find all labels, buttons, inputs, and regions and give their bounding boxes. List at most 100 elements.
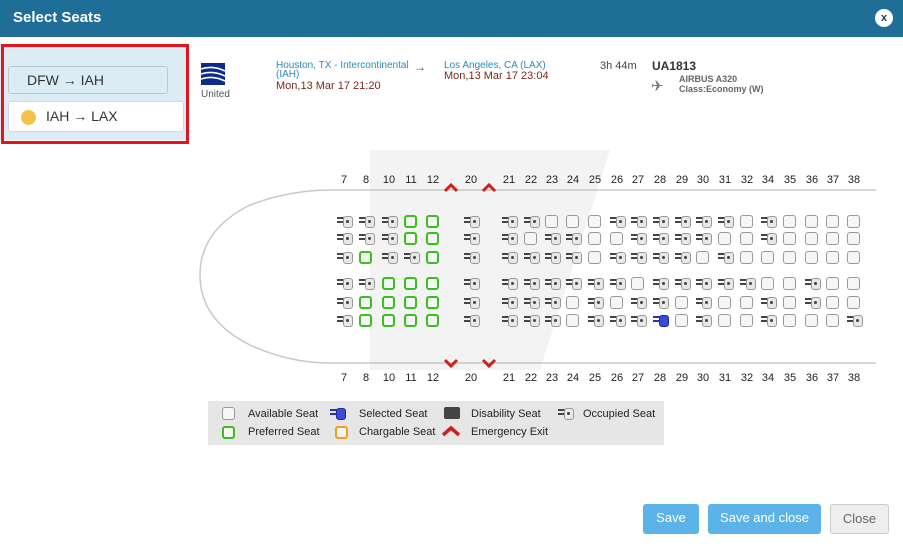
seat-21-3 bbox=[502, 251, 518, 264]
seat-26-2[interactable] bbox=[610, 232, 623, 245]
close-button[interactable]: Close bbox=[830, 504, 889, 534]
row-number-36: 36 bbox=[805, 372, 819, 384]
seat-22-2[interactable] bbox=[524, 232, 537, 245]
legend-chargable: Chargable Seat bbox=[359, 426, 436, 438]
seat-28-5 bbox=[653, 296, 669, 309]
seat-32-3[interactable] bbox=[740, 251, 753, 264]
seat-25-2[interactable] bbox=[588, 232, 601, 245]
seat-37-1[interactable] bbox=[826, 215, 839, 228]
seat-11-2[interactable] bbox=[404, 232, 417, 245]
seat-10-6[interactable] bbox=[382, 314, 395, 327]
row-number-31: 31 bbox=[718, 372, 732, 384]
disability-seat-icon bbox=[444, 407, 460, 419]
seat-36-6[interactable] bbox=[805, 314, 818, 327]
seat-7-1 bbox=[337, 215, 353, 228]
seat-38-4[interactable] bbox=[847, 277, 860, 290]
seat-29-2 bbox=[675, 232, 691, 245]
row-number-12: 12 bbox=[426, 372, 440, 384]
seat-12-1[interactable] bbox=[426, 215, 439, 228]
row-number-30: 30 bbox=[696, 372, 710, 384]
seat-22-6 bbox=[524, 314, 540, 327]
seat-32-6[interactable] bbox=[740, 314, 753, 327]
seat-29-5[interactable] bbox=[675, 296, 688, 309]
seat-11-5[interactable] bbox=[404, 296, 417, 309]
united-logo-icon bbox=[201, 63, 225, 85]
seat-30-3[interactable] bbox=[696, 251, 709, 264]
seat-11-4[interactable] bbox=[404, 277, 417, 290]
seat-31-5[interactable] bbox=[718, 296, 731, 309]
seat-27-4[interactable] bbox=[631, 277, 644, 290]
seat-37-3[interactable] bbox=[826, 251, 839, 264]
seat-12-4[interactable] bbox=[426, 277, 439, 290]
seat-11-1[interactable] bbox=[404, 215, 417, 228]
origin-code: (IAH) bbox=[276, 69, 300, 80]
seat-35-2[interactable] bbox=[783, 232, 796, 245]
seat-35-4[interactable] bbox=[783, 277, 796, 290]
seat-38-5[interactable] bbox=[847, 296, 860, 309]
seat-34-3[interactable] bbox=[761, 251, 774, 264]
seat-32-5[interactable] bbox=[740, 296, 753, 309]
seat-23-4 bbox=[545, 277, 561, 290]
seat-38-3[interactable] bbox=[847, 251, 860, 264]
seat-38-2[interactable] bbox=[847, 232, 860, 245]
seat-21-2 bbox=[502, 232, 518, 245]
seat-28-6[interactable] bbox=[653, 314, 669, 327]
seat-32-2[interactable] bbox=[740, 232, 753, 245]
seat-29-6[interactable] bbox=[675, 314, 688, 327]
seat-12-6[interactable] bbox=[426, 314, 439, 327]
seat-11-6[interactable] bbox=[404, 314, 417, 327]
route-arrow: → bbox=[414, 60, 426, 74]
seat-36-1[interactable] bbox=[805, 215, 818, 228]
seat-29-1 bbox=[675, 215, 691, 228]
seat-22-3 bbox=[524, 251, 540, 264]
seat-35-6[interactable] bbox=[783, 314, 796, 327]
row-number-27: 27 bbox=[631, 372, 645, 384]
seat-36-2[interactable] bbox=[805, 232, 818, 245]
seat-36-3[interactable] bbox=[805, 251, 818, 264]
seat-26-1 bbox=[610, 215, 626, 228]
seat-23-1[interactable] bbox=[545, 215, 558, 228]
seat-10-5[interactable] bbox=[382, 296, 395, 309]
seat-12-5[interactable] bbox=[426, 296, 439, 309]
seat-35-3[interactable] bbox=[783, 251, 796, 264]
seat-12-3[interactable] bbox=[426, 251, 439, 264]
aircraft-type: AIRBUS A320 bbox=[679, 74, 738, 84]
seat-26-5[interactable] bbox=[610, 296, 623, 309]
seat-10-4[interactable] bbox=[382, 277, 395, 290]
row-number-28: 28 bbox=[653, 372, 667, 384]
legend-occupied: Occupied Seat bbox=[583, 408, 656, 420]
seat-31-2[interactable] bbox=[718, 232, 731, 245]
seat-34-4[interactable] bbox=[761, 277, 774, 290]
seat-30-2 bbox=[696, 232, 712, 245]
seat-31-6[interactable] bbox=[718, 314, 731, 327]
row-number-34: 34 bbox=[761, 174, 775, 186]
save-and-close-button[interactable]: Save and close bbox=[708, 504, 821, 534]
seat-32-1[interactable] bbox=[740, 215, 753, 228]
seat-24-6[interactable] bbox=[566, 314, 579, 327]
seat-24-5[interactable] bbox=[566, 296, 579, 309]
seat-37-2[interactable] bbox=[826, 232, 839, 245]
seat-25-1[interactable] bbox=[588, 215, 601, 228]
seat-35-1[interactable] bbox=[783, 215, 796, 228]
seat-12-2[interactable] bbox=[426, 232, 439, 245]
row-number-38: 38 bbox=[847, 174, 861, 186]
seat-25-3[interactable] bbox=[588, 251, 601, 264]
seat-20-5 bbox=[464, 296, 480, 309]
seat-24-1[interactable] bbox=[566, 215, 579, 228]
seat-24-2 bbox=[566, 232, 582, 245]
close-dialog-button[interactable]: x bbox=[875, 9, 893, 27]
seat-8-6[interactable] bbox=[359, 314, 372, 327]
row-number-37: 37 bbox=[826, 372, 840, 384]
seat-37-5[interactable] bbox=[826, 296, 839, 309]
seat-8-3[interactable] bbox=[359, 251, 372, 264]
seat-27-2 bbox=[631, 232, 647, 245]
seat-34-5 bbox=[761, 296, 777, 309]
seat-38-1[interactable] bbox=[847, 215, 860, 228]
seat-37-4[interactable] bbox=[826, 277, 839, 290]
seat-22-4 bbox=[524, 277, 540, 290]
seat-8-5[interactable] bbox=[359, 296, 372, 309]
row-number-23: 23 bbox=[545, 174, 559, 186]
seat-35-5[interactable] bbox=[783, 296, 796, 309]
seat-37-6[interactable] bbox=[826, 314, 839, 327]
save-button[interactable]: Save bbox=[643, 504, 699, 534]
